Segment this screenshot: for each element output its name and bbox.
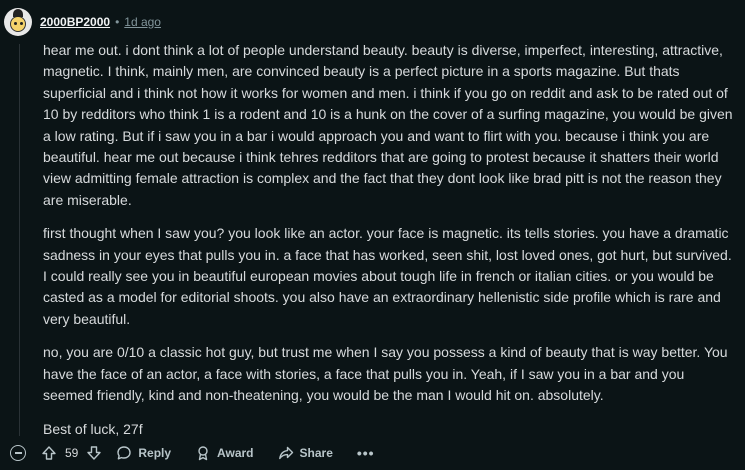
separator-dot: • [115,15,120,29]
reply-label: Reply [138,446,172,460]
minus-circle-icon[interactable] [10,445,26,461]
comment-paragraph: hear me out. i dont think a lot of peopl… [43,42,733,208]
award-button[interactable]: Award [195,445,254,461]
avatar-eye [20,22,23,25]
reply-button[interactable]: Reply [116,445,171,461]
award-label: Award [217,446,254,460]
share-arrow-icon [278,446,293,460]
share-label: Share [299,446,333,460]
comment-paragraph: no, you are 0/10 a classic hot guy, but … [43,344,728,404]
avatar-hat [13,9,23,17]
vote-group: 59 [41,445,102,461]
avatar[interactable] [4,8,32,36]
timestamp[interactable]: 1d ago [124,15,161,29]
comment-paragraph: Best of luck, 27f [43,420,143,437]
comment-paragraph: first thought when I saw you? you look l… [43,225,732,327]
award-icon [198,446,208,461]
thread-line [19,44,20,436]
share-button[interactable]: Share [278,445,333,461]
avatar-face [10,16,26,32]
author-username[interactable]: 2000BP2000 [40,15,110,29]
speech-bubble-icon [117,446,132,460]
more-options-button[interactable]: ••• [357,445,375,461]
vote-score: 59 [65,446,79,460]
arrow-up-icon[interactable] [41,445,57,461]
arrow-down-icon[interactable] [86,445,102,461]
comment-header: 2000BP2000 • 1d ago [4,6,161,38]
comment-body: hear me out. i dont think a lot of peopl… [43,40,733,452]
avatar-eye [14,22,17,25]
comment-actions: 59 Reply Award Share ••• [10,440,375,466]
